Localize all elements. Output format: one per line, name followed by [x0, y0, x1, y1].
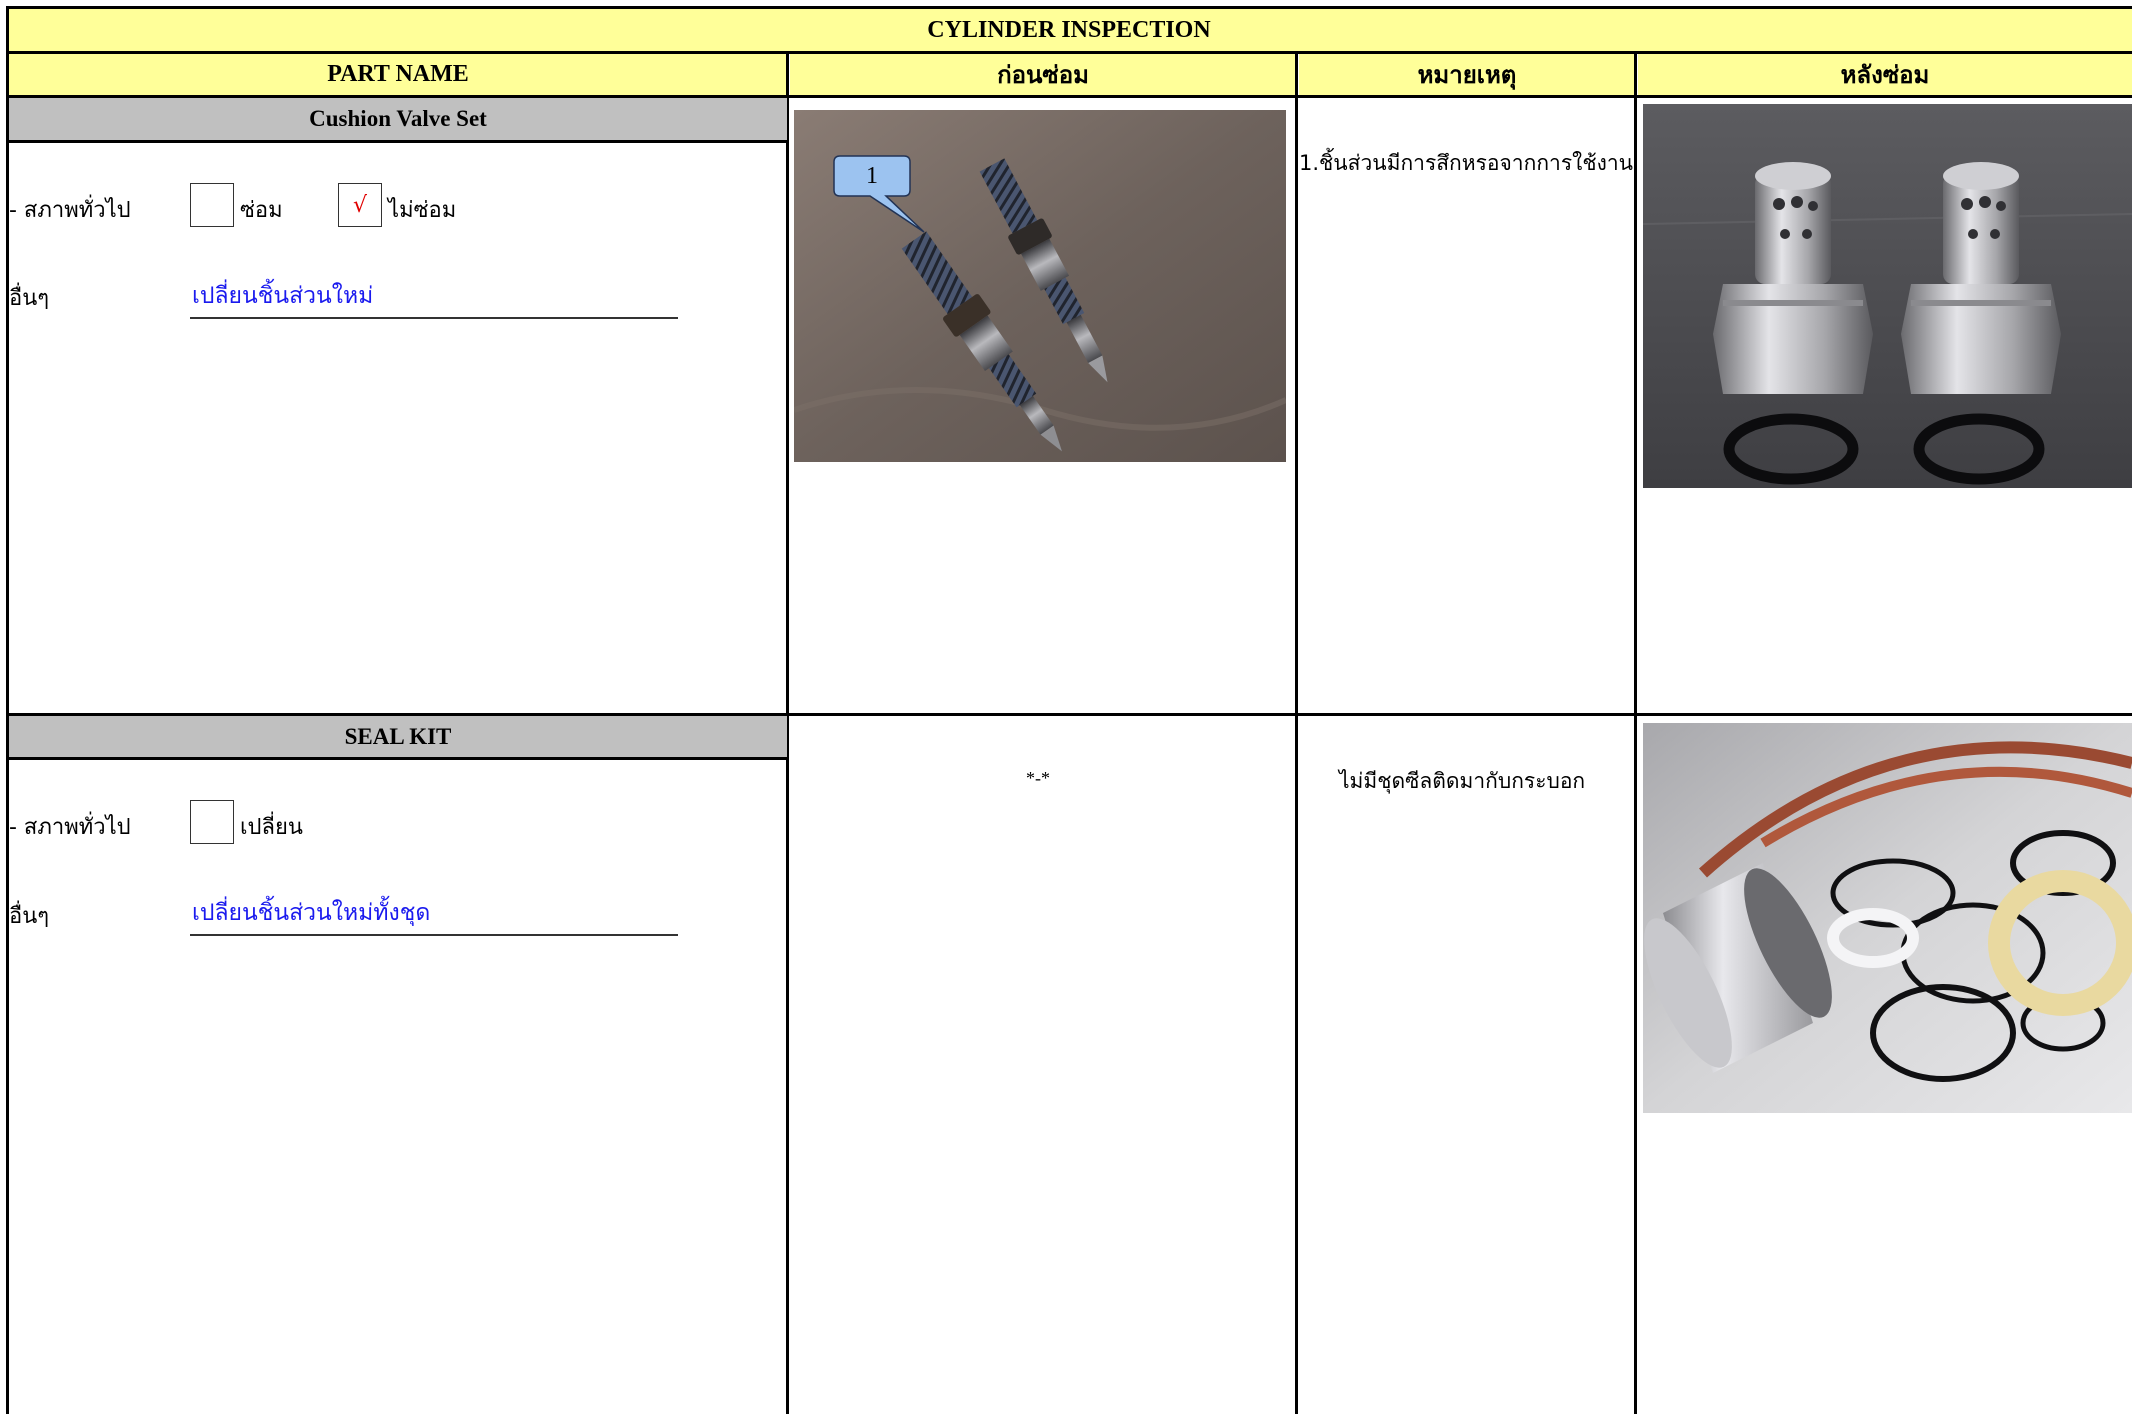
condition-label: - สภาพทั่วไป [9, 198, 131, 223]
repair-checkbox[interactable] [190, 183, 234, 227]
seal-kit-image [1643, 723, 2132, 1113]
other-value-underline [190, 934, 678, 936]
repair-option-label: ซ่อม [240, 198, 283, 223]
other-value-underline [190, 317, 678, 319]
replace-option-label: เปลี่ยน [240, 815, 303, 840]
seal-kit-photo [1643, 723, 2132, 1113]
no-repair-checkbox[interactable]: √ [338, 183, 382, 227]
remark-text: ไม่มีชุดซีลติดมากับกระบอก [1339, 769, 1586, 793]
other-value: เปลี่ยนชิ้นส่วนใหม่ทั้งชุด [192, 900, 431, 926]
grid-line [1634, 51, 1637, 1414]
col-header-before-repair: ก่อนซ่อม [790, 53, 1296, 96]
grid-line [1295, 51, 1298, 1414]
section-title-cushion-valve: Cushion Valve Set [9, 98, 787, 140]
other-label: อื่นๆ [9, 904, 50, 929]
no-before-photo-placeholder: *-* [1026, 768, 1050, 788]
remark-text: 1.ชิ้นส่วนมีการสึกหรอจากการใช้งาน [1299, 151, 1634, 175]
sheet-title: CYLINDER INSPECTION [6, 8, 2132, 52]
replace-checkbox[interactable] [190, 800, 234, 844]
other-label: อื่นๆ [9, 286, 50, 311]
new-cushion-valves-image [1643, 104, 2132, 488]
after-repair-photo [1643, 104, 2132, 488]
col-header-after-repair: หลังซ่อม [1638, 53, 2132, 96]
col-header-part-name: PART NAME [9, 53, 787, 96]
callout-number: 1 [866, 162, 878, 189]
condition-label: - สภาพทั่วไป [9, 815, 131, 840]
grid-line [6, 51, 2132, 54]
grid-line [6, 140, 788, 143]
section-title-seal-kit: SEAL KIT [9, 716, 787, 758]
grid-line [6, 757, 788, 760]
other-value: เปลี่ยนชิ้นส่วนใหม่ [192, 283, 374, 309]
col-header-remarks: หมายเหตุ [1299, 53, 1635, 96]
grid-line [6, 6, 2132, 9]
before-repair-photo: 1 [794, 110, 1286, 462]
no-repair-option-label: ไม่ซ่อม [388, 198, 457, 223]
